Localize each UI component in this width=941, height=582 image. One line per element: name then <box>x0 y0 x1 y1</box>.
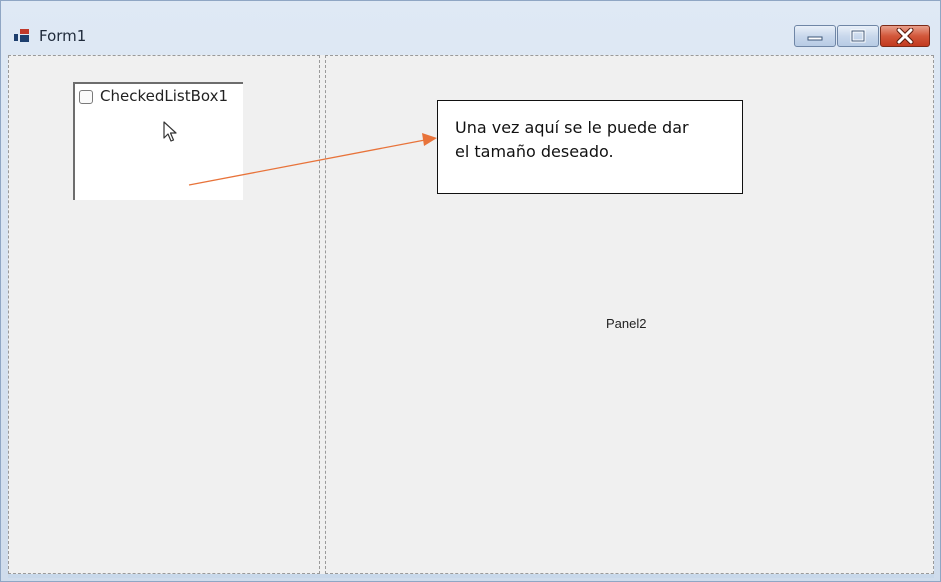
minimize-icon <box>807 36 823 41</box>
window-bottom-border <box>8 574 934 578</box>
close-button[interactable] <box>880 25 930 47</box>
close-icon <box>896 28 914 44</box>
panel1[interactable]: CheckedListBox1 <box>8 55 320 574</box>
maximize-button[interactable] <box>837 25 879 47</box>
checked-list-box[interactable]: CheckedListBox1 <box>73 82 243 200</box>
title-bar[interactable]: Form1 <box>1 1 940 55</box>
callout-text-line1: Una vez aquí se le puede dar <box>455 118 689 137</box>
checked-list-box-item-label: CheckedListBox1 <box>100 87 229 105</box>
mouse-cursor-icon <box>163 121 177 142</box>
window-title: Form1 <box>39 27 87 45</box>
item-checkbox[interactable] <box>79 90 93 104</box>
minimize-button[interactable] <box>794 25 836 47</box>
form1-window: Form1 CheckedListBox1 Panel2 <box>0 0 941 582</box>
panel2-label: Panel2 <box>606 316 647 331</box>
form-app-icon <box>14 29 29 42</box>
maximize-icon <box>850 29 866 43</box>
annotation-callout: Una vez aquí se le puede dar el tamaño d… <box>437 100 743 194</box>
callout-text-line2: el tamaño deseado. <box>455 142 614 161</box>
